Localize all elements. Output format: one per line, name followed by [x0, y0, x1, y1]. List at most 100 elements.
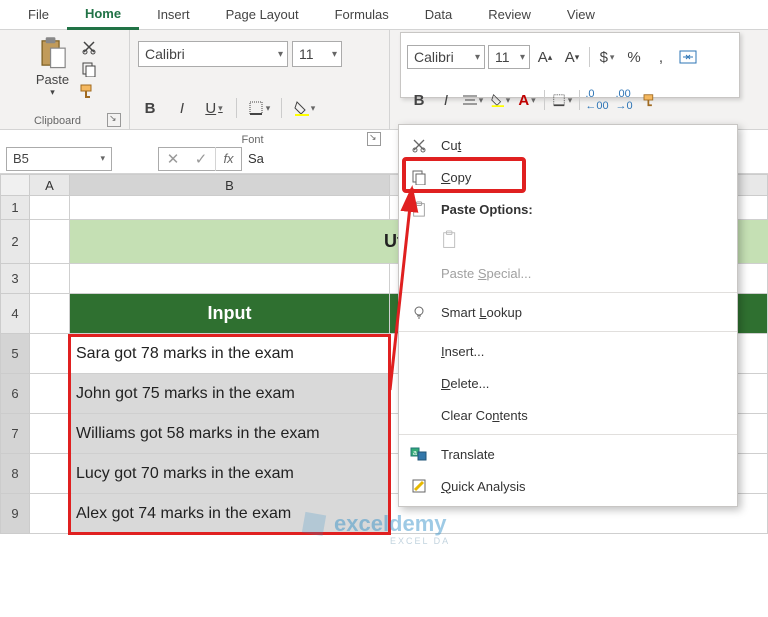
row-header-9[interactable]: 9: [0, 494, 30, 534]
mini-merge-icon[interactable]: [676, 45, 700, 69]
mini-font-size[interactable]: 11: [488, 45, 530, 69]
data-cell[interactable]: Lucy got 70 marks in the exam: [70, 454, 390, 494]
mini-percent-button[interactable]: %: [622, 45, 646, 69]
mini-bold-button[interactable]: B: [407, 88, 431, 112]
tab-page-layout[interactable]: Page Layout: [208, 1, 317, 28]
tab-data[interactable]: Data: [407, 1, 470, 28]
font-label: Font: [138, 132, 367, 146]
menu-label: Translate: [441, 447, 495, 462]
menu-smart-lookup[interactable]: Smart Lookup: [399, 296, 737, 328]
menu-paste-option-default: [399, 225, 737, 257]
decrease-font-icon[interactable]: A▾: [560, 45, 584, 69]
column-header-a[interactable]: A: [30, 174, 70, 196]
mini-comma-button[interactable]: ,: [649, 45, 673, 69]
underline-button[interactable]: U: [202, 96, 226, 120]
cell[interactable]: [30, 414, 70, 454]
quick-analysis-icon: [409, 478, 429, 494]
menu-quick-analysis[interactable]: Quick Analysis: [399, 470, 737, 502]
mini-borders-button[interactable]: [550, 88, 574, 112]
translate-icon: a: [409, 446, 429, 462]
mini-align-button[interactable]: [461, 88, 485, 112]
row-header-3[interactable]: 3: [0, 264, 30, 294]
row-header-1[interactable]: 1: [0, 196, 30, 220]
tab-review[interactable]: Review: [470, 1, 549, 28]
menu-label: Clear Contents: [441, 408, 528, 423]
menu-label: Insert...: [441, 344, 484, 359]
bold-button[interactable]: B: [138, 96, 162, 120]
menu-label: Delete...: [441, 376, 489, 391]
menu-label: Paste Options:: [441, 202, 533, 217]
row-header-5[interactable]: 5: [0, 334, 30, 374]
paste-button[interactable]: Paste ▾: [31, 34, 75, 100]
menu-label: Cut: [441, 138, 461, 153]
cell[interactable]: [70, 264, 390, 294]
mini-format-painter-icon[interactable]: [639, 88, 663, 112]
font-dialog-launcher[interactable]: [367, 132, 381, 146]
menu-paste-options[interactable]: Paste Options:: [399, 193, 737, 225]
clipboard-dialog-launcher[interactable]: [107, 113, 121, 127]
cell[interactable]: [70, 196, 390, 220]
tab-home[interactable]: Home: [67, 0, 139, 30]
menu-copy[interactable]: Copy: [399, 161, 737, 193]
italic-button[interactable]: I: [170, 96, 194, 120]
data-cell[interactable]: Alex got 74 marks in the exam: [70, 494, 390, 534]
header-input-cell[interactable]: Input: [70, 294, 390, 334]
cell[interactable]: [30, 374, 70, 414]
cell[interactable]: [30, 264, 70, 294]
format-painter-icon[interactable]: [79, 82, 99, 100]
menu-clear-contents[interactable]: Clear Contents: [399, 399, 737, 431]
borders-button[interactable]: [247, 96, 271, 120]
cell[interactable]: [30, 494, 70, 534]
tab-insert[interactable]: Insert: [139, 1, 208, 28]
font-name-select[interactable]: Calibri: [138, 41, 288, 67]
row-header-2[interactable]: 2: [0, 220, 30, 264]
tab-file[interactable]: File: [10, 1, 67, 28]
tab-formulas[interactable]: Formulas: [317, 1, 407, 28]
cell[interactable]: [30, 294, 70, 334]
copy-icon[interactable]: [79, 60, 99, 78]
data-cell[interactable]: Williams got 58 marks in the exam: [70, 414, 390, 454]
cut-icon[interactable]: [79, 38, 99, 56]
data-cell[interactable]: John got 75 marks in the exam: [70, 374, 390, 414]
font-group: Calibri 11 B I U Font: [130, 30, 390, 129]
tab-view[interactable]: View: [549, 1, 613, 28]
menu-paste-special: Paste Special...: [399, 257, 737, 289]
cell[interactable]: [30, 220, 70, 264]
menu-cut[interactable]: Cut: [399, 129, 737, 161]
menu-translate[interactable]: a Translate: [399, 438, 737, 470]
paste-icon: [38, 36, 68, 70]
increase-font-icon[interactable]: A▴: [533, 45, 557, 69]
mini-increase-decimal-icon[interactable]: .0←00: [585, 88, 609, 112]
row-header-4[interactable]: 4: [0, 294, 30, 334]
row-header-7[interactable]: 7: [0, 414, 30, 454]
mini-currency-button[interactable]: $: [595, 45, 619, 69]
menu-label: Copy: [441, 170, 471, 185]
column-header-b[interactable]: B: [70, 174, 390, 196]
mini-decrease-decimal-icon[interactable]: .00→0: [612, 88, 636, 112]
mini-fill-color-button[interactable]: [488, 88, 512, 112]
mini-italic-button[interactable]: I: [434, 88, 458, 112]
row-header-6[interactable]: 6: [0, 374, 30, 414]
name-box[interactable]: B5: [6, 147, 112, 171]
menu-delete[interactable]: Delete...: [399, 367, 737, 399]
select-all-corner[interactable]: [0, 174, 30, 196]
paste-option-icon: [441, 230, 461, 252]
watermark-sub: EXCEL DA: [390, 536, 450, 546]
clipboard-label: Clipboard: [8, 113, 107, 127]
cell[interactable]: [30, 454, 70, 494]
fill-color-button[interactable]: [292, 96, 316, 120]
clipboard-group: Paste ▾ Clipboard: [0, 30, 130, 129]
cell[interactable]: [30, 334, 70, 374]
menu-insert[interactable]: Insert...: [399, 335, 737, 367]
context-menu: Cut Copy Paste Options: Paste Special...…: [398, 124, 738, 507]
mini-toolbar: Calibri 11 A▴ A▾ $ % , B I A .0←00 .00→0: [400, 32, 740, 98]
fx-icon[interactable]: fx: [215, 147, 241, 171]
enter-formula-icon[interactable]: ✓: [187, 147, 215, 171]
data-cell[interactable]: Sara got 78 marks in the exam: [70, 334, 390, 374]
font-size-select[interactable]: 11: [292, 41, 342, 67]
cell[interactable]: [30, 196, 70, 220]
cancel-formula-icon[interactable]: ✕: [159, 147, 187, 171]
row-header-8[interactable]: 8: [0, 454, 30, 494]
mini-font-color-button[interactable]: A: [515, 88, 539, 112]
mini-font-name[interactable]: Calibri: [407, 45, 485, 69]
